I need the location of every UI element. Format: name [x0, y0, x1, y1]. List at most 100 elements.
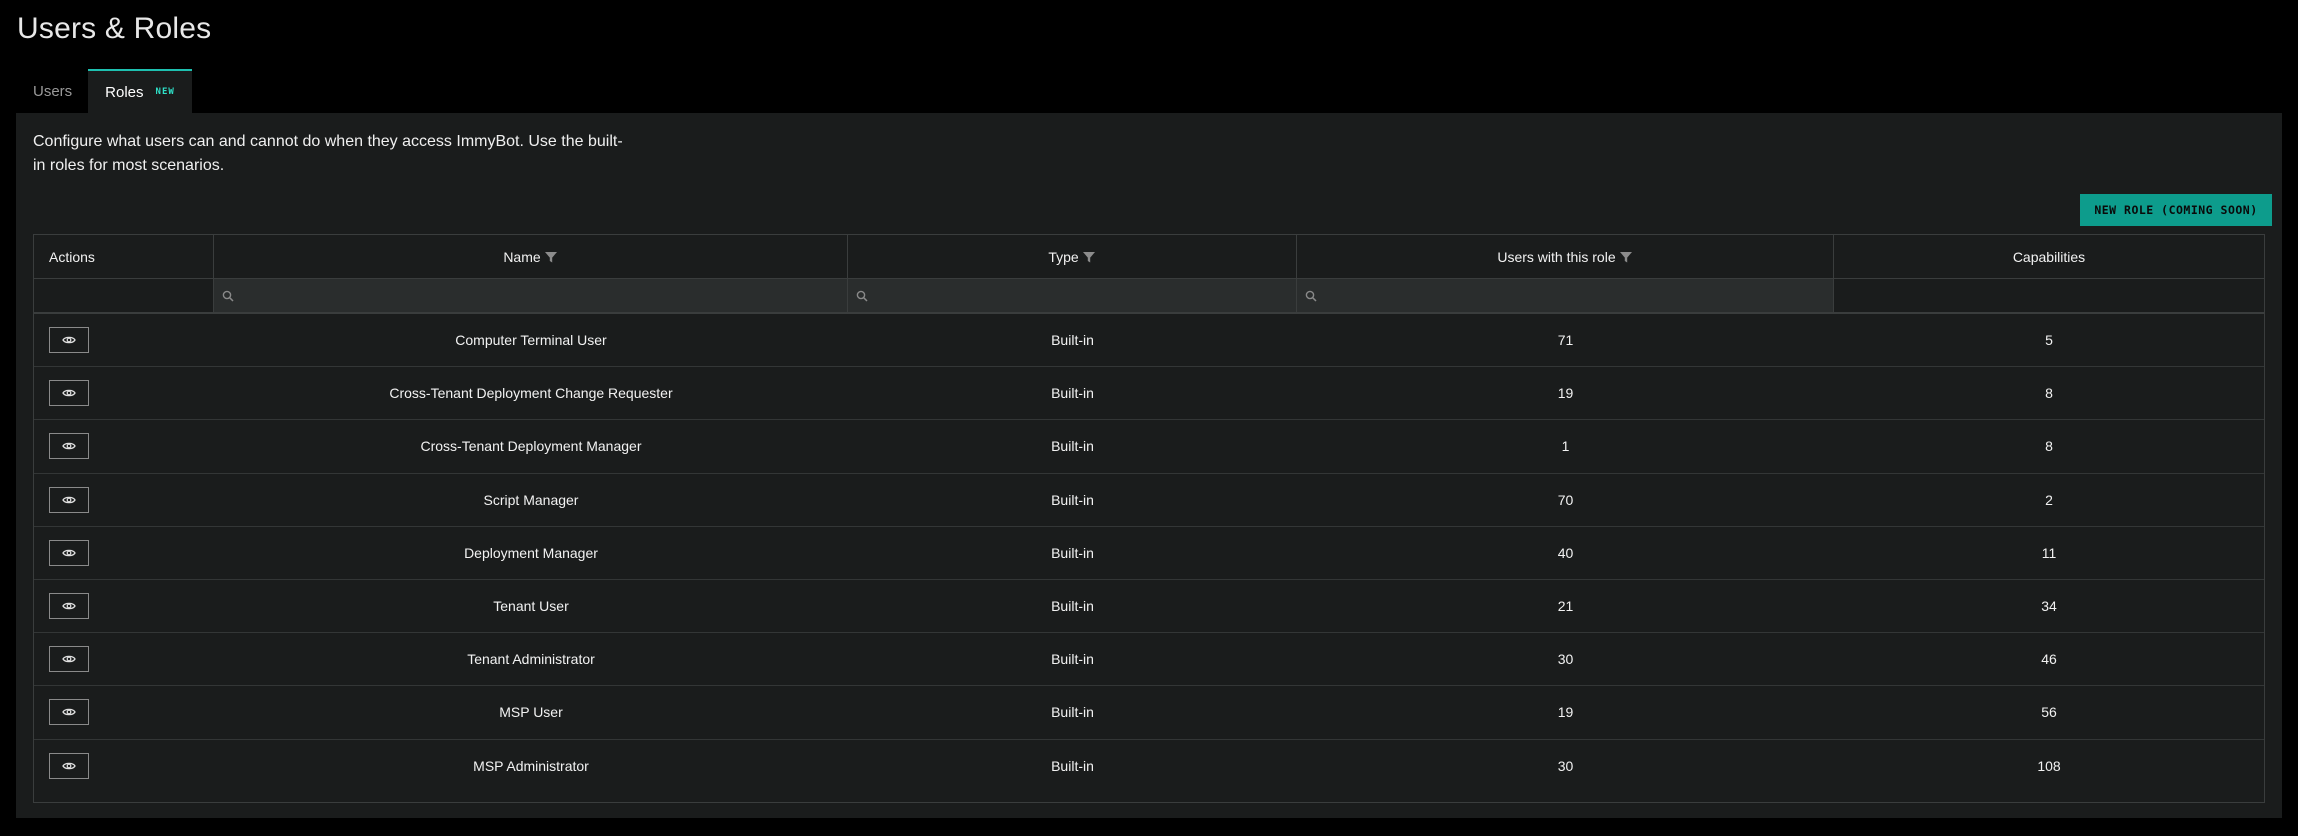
actions-cell — [34, 420, 214, 472]
role-name: Tenant User — [493, 598, 569, 615]
filter-icon[interactable] — [544, 250, 558, 264]
role-name: Deployment Manager — [464, 544, 598, 561]
table-header-row: Actions Name Type Users with this role C… — [34, 235, 2264, 279]
actions-cell — [34, 740, 214, 793]
view-role-button[interactable] — [49, 380, 89, 407]
table-row: Script Manager Built-in 70 2 — [34, 474, 2264, 527]
view-role-button[interactable] — [49, 486, 89, 513]
eye-icon — [62, 602, 76, 610]
tab-users-label: Users — [33, 82, 73, 100]
view-role-button[interactable] — [49, 753, 89, 780]
role-type: Built-in — [1051, 491, 1094, 508]
name-filter[interactable] — [214, 279, 848, 312]
roles-panel: Configure what users can and cannot do w… — [16, 113, 2282, 818]
view-role-button[interactable] — [49, 593, 89, 620]
actions-cell — [34, 367, 214, 419]
column-header-label: Name — [503, 248, 541, 265]
view-role-button[interactable] — [49, 646, 89, 673]
search-icon — [222, 290, 234, 302]
role-type: Built-in — [1051, 385, 1094, 402]
table-body: Computer Terminal User Built-in 71 5 Cross-T… — [34, 314, 2264, 793]
column-header-users[interactable]: Users with this role — [1297, 235, 1834, 278]
role-user-count: 40 — [1557, 544, 1574, 561]
role-name: Cross-Tenant Deployment Manager — [420, 438, 642, 455]
new-badge: NEW — [155, 87, 175, 97]
view-role-button[interactable] — [49, 699, 89, 726]
role-capabilities: 46 — [2041, 651, 2057, 668]
role-capabilities: 108 — [2037, 758, 2061, 775]
table-row: Tenant User Built-in 21 34 — [34, 580, 2264, 634]
view-role-button[interactable] — [49, 327, 89, 354]
filter-icon[interactable] — [1619, 250, 1633, 264]
role-type: Built-in — [1051, 758, 1094, 775]
table-row: Deployment Manager Built-in 40 11 — [34, 527, 2264, 580]
role-type: Built-in — [1051, 544, 1094, 561]
eye-icon — [62, 496, 76, 503]
table-row: Computer Terminal User Built-in 71 5 — [34, 314, 2264, 368]
role-name: MSP Administrator — [473, 758, 589, 775]
role-user-count: 30 — [1557, 758, 1574, 775]
role-type: Built-in — [1051, 598, 1094, 615]
tab-roles[interactable]: Roles NEW — [88, 69, 192, 113]
role-user-count: 21 — [1557, 598, 1574, 615]
role-type: Built-in — [1051, 704, 1094, 721]
tab-bar: Users Roles NEW — [17, 69, 192, 113]
filter-cell-empty — [34, 279, 214, 312]
role-capabilities: 8 — [2045, 438, 2053, 455]
role-capabilities: 5 — [2045, 332, 2053, 349]
column-header-label: Capabilities — [2012, 248, 2086, 265]
role-user-count: 71 — [1557, 332, 1574, 349]
actions-cell — [34, 314, 214, 366]
eye-icon — [62, 709, 76, 716]
eye-icon — [62, 443, 76, 450]
eye-icon — [62, 655, 76, 663]
search-icon — [856, 290, 868, 302]
role-type: Built-in — [1051, 332, 1094, 349]
role-name: Cross-Tenant Deployment Change Requester — [389, 385, 673, 402]
role-capabilities: 2 — [2045, 491, 2053, 508]
name-filter-input[interactable] — [240, 288, 803, 303]
actions-cell — [34, 474, 214, 526]
tab-roles-label: Roles — [105, 83, 144, 101]
column-header-capabilities: Capabilities — [1834, 235, 2264, 278]
table-row: MSP User Built-in 19 56 — [34, 686, 2264, 740]
role-user-count: 30 — [1557, 651, 1574, 668]
users-filter[interactable] — [1297, 279, 1834, 312]
actions-cell — [34, 633, 214, 685]
filter-row — [34, 279, 2264, 314]
table-row: Tenant Administrator Built-in 30 46 — [34, 633, 2264, 687]
role-type: Built-in — [1051, 438, 1094, 455]
actions-cell — [34, 686, 214, 738]
role-name: Script Manager — [483, 491, 579, 508]
table-row: MSP Administrator Built-in 30 108 — [34, 740, 2264, 793]
roles-description: Configure what users can and cannot do w… — [33, 133, 623, 174]
filter-icon[interactable] — [1082, 250, 1096, 264]
role-name: Tenant Administrator — [467, 651, 595, 668]
column-header-type[interactable]: Type — [848, 235, 1297, 278]
eye-icon — [62, 390, 76, 397]
eye-icon — [62, 762, 76, 770]
page-title: Users & Roles — [17, 12, 212, 45]
role-capabilities: 8 — [2045, 385, 2053, 402]
type-filter-input[interactable] — [874, 288, 1270, 303]
role-user-count: 70 — [1557, 491, 1574, 508]
filter-cell-empty — [1834, 279, 2264, 312]
tab-users[interactable]: Users — [17, 69, 88, 113]
eye-icon — [62, 549, 76, 557]
role-capabilities: 34 — [2041, 598, 2057, 615]
role-user-count: 19 — [1557, 704, 1574, 721]
role-name: Computer Terminal User — [455, 332, 607, 349]
new-role-button[interactable]: NEW ROLE (COMING SOON) — [2080, 194, 2272, 226]
type-filter[interactable] — [848, 279, 1297, 312]
column-header-label: Type — [1048, 248, 1079, 265]
users-filter-input[interactable] — [1323, 288, 1799, 303]
table-row: Cross-Tenant Deployment Manager Built-in 1… — [34, 420, 2264, 474]
eye-icon — [62, 336, 76, 344]
actions-cell — [34, 527, 214, 579]
role-user-count: 19 — [1557, 385, 1574, 402]
view-role-button[interactable] — [49, 539, 89, 566]
column-header-actions: Actions — [34, 235, 214, 278]
view-role-button[interactable] — [49, 433, 89, 460]
actions-cell — [34, 580, 214, 632]
column-header-name[interactable]: Name — [214, 235, 848, 278]
